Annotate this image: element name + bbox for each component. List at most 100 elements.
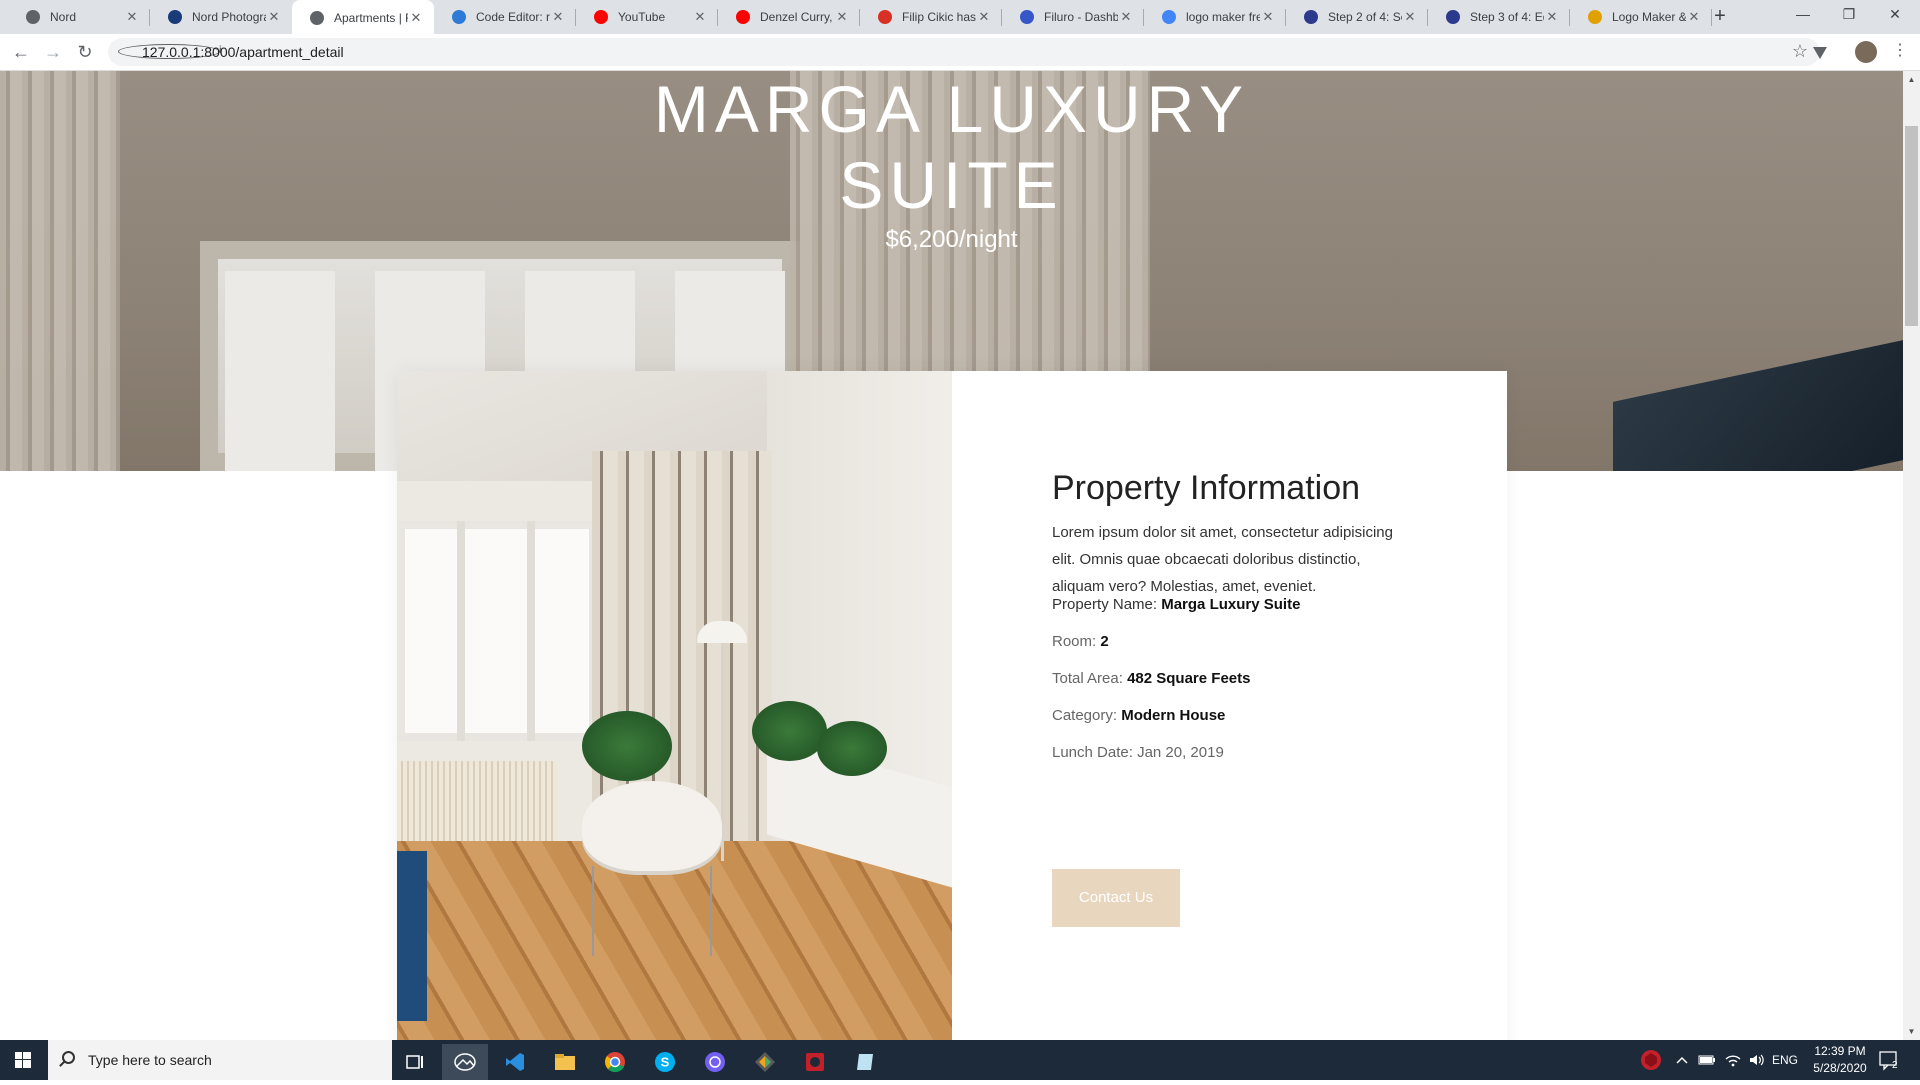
browser-tab[interactable]: Filuro - Dashboard✕: [1002, 0, 1144, 34]
hero-window-pane: [225, 271, 335, 471]
reload-icon[interactable]: ↻: [72, 40, 98, 66]
extension-icon[interactable]: [1810, 43, 1830, 63]
tab-label: Code Editor: re: [476, 10, 550, 24]
notes-app-icon[interactable]: [842, 1044, 888, 1080]
taskbar-search-placeholder: Type here to search: [88, 1052, 212, 1068]
browser-tab[interactable]: Step 2 of 4: Se ✕: [1286, 0, 1428, 34]
viber-icon[interactable]: [692, 1044, 738, 1080]
youtube-icon: [594, 10, 608, 24]
back-arrow-icon[interactable]: ←: [8, 40, 34, 66]
tab-close-icon[interactable]: ✕: [692, 9, 708, 25]
nord-icon: [168, 10, 182, 24]
photo-window: [397, 521, 597, 741]
restore-button[interactable]: ❐: [1826, 0, 1872, 30]
browser-tab[interactable]: logo maker fre ✕: [1144, 0, 1286, 34]
system-clock[interactable]: 12:39 PM 5/28/2020: [1800, 1043, 1880, 1077]
browser-tab[interactable]: Nord ✕: [8, 0, 150, 34]
tab-close-icon[interactable]: ✕: [976, 9, 992, 25]
windows-start-icon[interactable]: [0, 1040, 48, 1080]
tab-close-icon[interactable]: ✕: [1402, 9, 1418, 25]
lm-icon: [1446, 10, 1460, 24]
address-bar[interactable]: i 127.0.0.1:8000/apartment_detail ☆: [108, 38, 1820, 66]
photo-plant: [582, 711, 672, 781]
gmail-icon: [878, 10, 892, 24]
photo-curtain: [592, 451, 772, 841]
new-tab-button[interactable]: +: [1708, 5, 1732, 29]
browser-tab[interactable]: Code Editor: re ✕: [434, 0, 576, 34]
menu-kebab-icon[interactable]: ⋮: [1890, 40, 1910, 60]
forward-arrow-icon[interactable]: →: [40, 40, 66, 66]
git-kraken-icon[interactable]: [742, 1044, 788, 1080]
total-area-value: 482 Square Feets: [1127, 670, 1251, 687]
volume-icon[interactable]: [1748, 1040, 1766, 1080]
bookmark-star-icon[interactable]: ☆: [1792, 41, 1808, 62]
tab-close-icon[interactable]: ✕: [1544, 9, 1560, 25]
photo-window-bar: [457, 521, 465, 741]
property-card: Property Information Lorem ipsum dolor s…: [397, 371, 1507, 1040]
tab-label: Nord: [50, 10, 77, 24]
tab-label: Filuro - Dashboard: [1044, 10, 1118, 24]
scroll-down-arrow-icon[interactable]: ▼: [1903, 1023, 1920, 1040]
photo-plant: [752, 701, 827, 761]
tab-close-icon[interactable]: ✕: [408, 10, 424, 26]
property-name-row: Property Name: Marga Luxury Suite: [1052, 596, 1300, 613]
tab-close-icon[interactable]: ✕: [834, 9, 850, 25]
browser-tab[interactable]: Nord Photography✕: [150, 0, 292, 34]
battery-icon[interactable]: [1698, 1040, 1716, 1080]
browser-tab[interactable]: Filip Cikic has ✕: [860, 0, 1002, 34]
hero-price: $6,200/night: [885, 226, 1018, 253]
property-photo: [397, 371, 952, 1040]
scroll-up-arrow-icon[interactable]: ▲: [1903, 71, 1920, 88]
tab-close-icon[interactable]: ✕: [1118, 9, 1134, 25]
minimize-button[interactable]: —: [1780, 0, 1826, 30]
tray-red-app-icon[interactable]: [1640, 1040, 1662, 1080]
language-indicator[interactable]: ENG: [1772, 1040, 1798, 1080]
tab-close-icon[interactable]: ✕: [266, 9, 282, 25]
vscode-icon[interactable]: [492, 1044, 538, 1080]
tab-label: Nord Photography: [192, 10, 266, 24]
browser-tab[interactable]: Step 3 of 4: Ed ✕: [1428, 0, 1570, 34]
contact-us-button[interactable]: Contact Us: [1052, 869, 1180, 927]
photos-app-icon[interactable]: [442, 1044, 488, 1080]
browser-tab[interactable]: Denzel Curry, T✕: [718, 0, 860, 34]
profile-avatar[interactable]: [1855, 41, 1877, 63]
property-name-label: Property Name:: [1052, 596, 1158, 613]
scrollbar-thumb[interactable]: [1905, 126, 1918, 326]
tab-label: Apartments | Free: [334, 10, 408, 25]
tab-close-icon[interactable]: ✕: [1686, 9, 1702, 25]
browser-tab[interactable]: Logo Maker & ✕: [1570, 0, 1712, 34]
tab-label: Logo Maker &: [1612, 10, 1686, 24]
room-row: Room: 2: [1052, 633, 1109, 650]
vertical-scrollbar[interactable]: ▲ ▼: [1903, 71, 1920, 1040]
hero-title-line2: SUITE: [839, 148, 1064, 222]
chevron-up-icon[interactable]: [1676, 1040, 1688, 1080]
total-area-label: Total Area:: [1052, 670, 1123, 687]
tab-close-icon[interactable]: ✕: [1260, 9, 1276, 25]
hero-tv-image: [1613, 340, 1903, 471]
total-area-row: Total Area: 482 Square Feets: [1052, 670, 1250, 687]
task-view-icon[interactable]: [392, 1044, 438, 1080]
browser-toolbar: ← → ↻ i 127.0.0.1:8000/apartment_detail …: [0, 34, 1920, 71]
photo-window-bar: [527, 521, 535, 741]
skype-icon[interactable]: S: [642, 1044, 688, 1080]
browser-tab[interactable]: YouTube ✕: [576, 0, 718, 34]
notifications-icon[interactable]: 2: [1878, 1040, 1900, 1080]
logo-maker-icon: [1588, 10, 1602, 24]
hero-title: MARGA LUXURY SUITE: [0, 71, 1903, 223]
room-value: 2: [1100, 633, 1109, 650]
tab-close-icon[interactable]: ✕: [550, 9, 566, 25]
file-explorer-icon[interactable]: [542, 1044, 588, 1080]
tab-close-icon[interactable]: ✕: [124, 9, 140, 25]
photo-sofa: [397, 851, 427, 1021]
wifi-icon[interactable]: [1724, 1040, 1742, 1080]
red-app-icon[interactable]: [792, 1044, 838, 1080]
lm-icon: [1304, 10, 1318, 24]
close-window-button[interactable]: ✕: [1872, 0, 1918, 30]
property-heading: Property Information: [1052, 469, 1361, 507]
code-editor-icon: [452, 10, 466, 24]
chrome-icon[interactable]: [592, 1044, 638, 1080]
globe-icon: [310, 10, 324, 25]
browser-tab[interactable]: Apartments | Free✕: [292, 0, 434, 35]
tab-label: Step 2 of 4: Se: [1328, 10, 1402, 24]
taskbar-search-box[interactable]: Type here to search: [48, 1040, 392, 1080]
